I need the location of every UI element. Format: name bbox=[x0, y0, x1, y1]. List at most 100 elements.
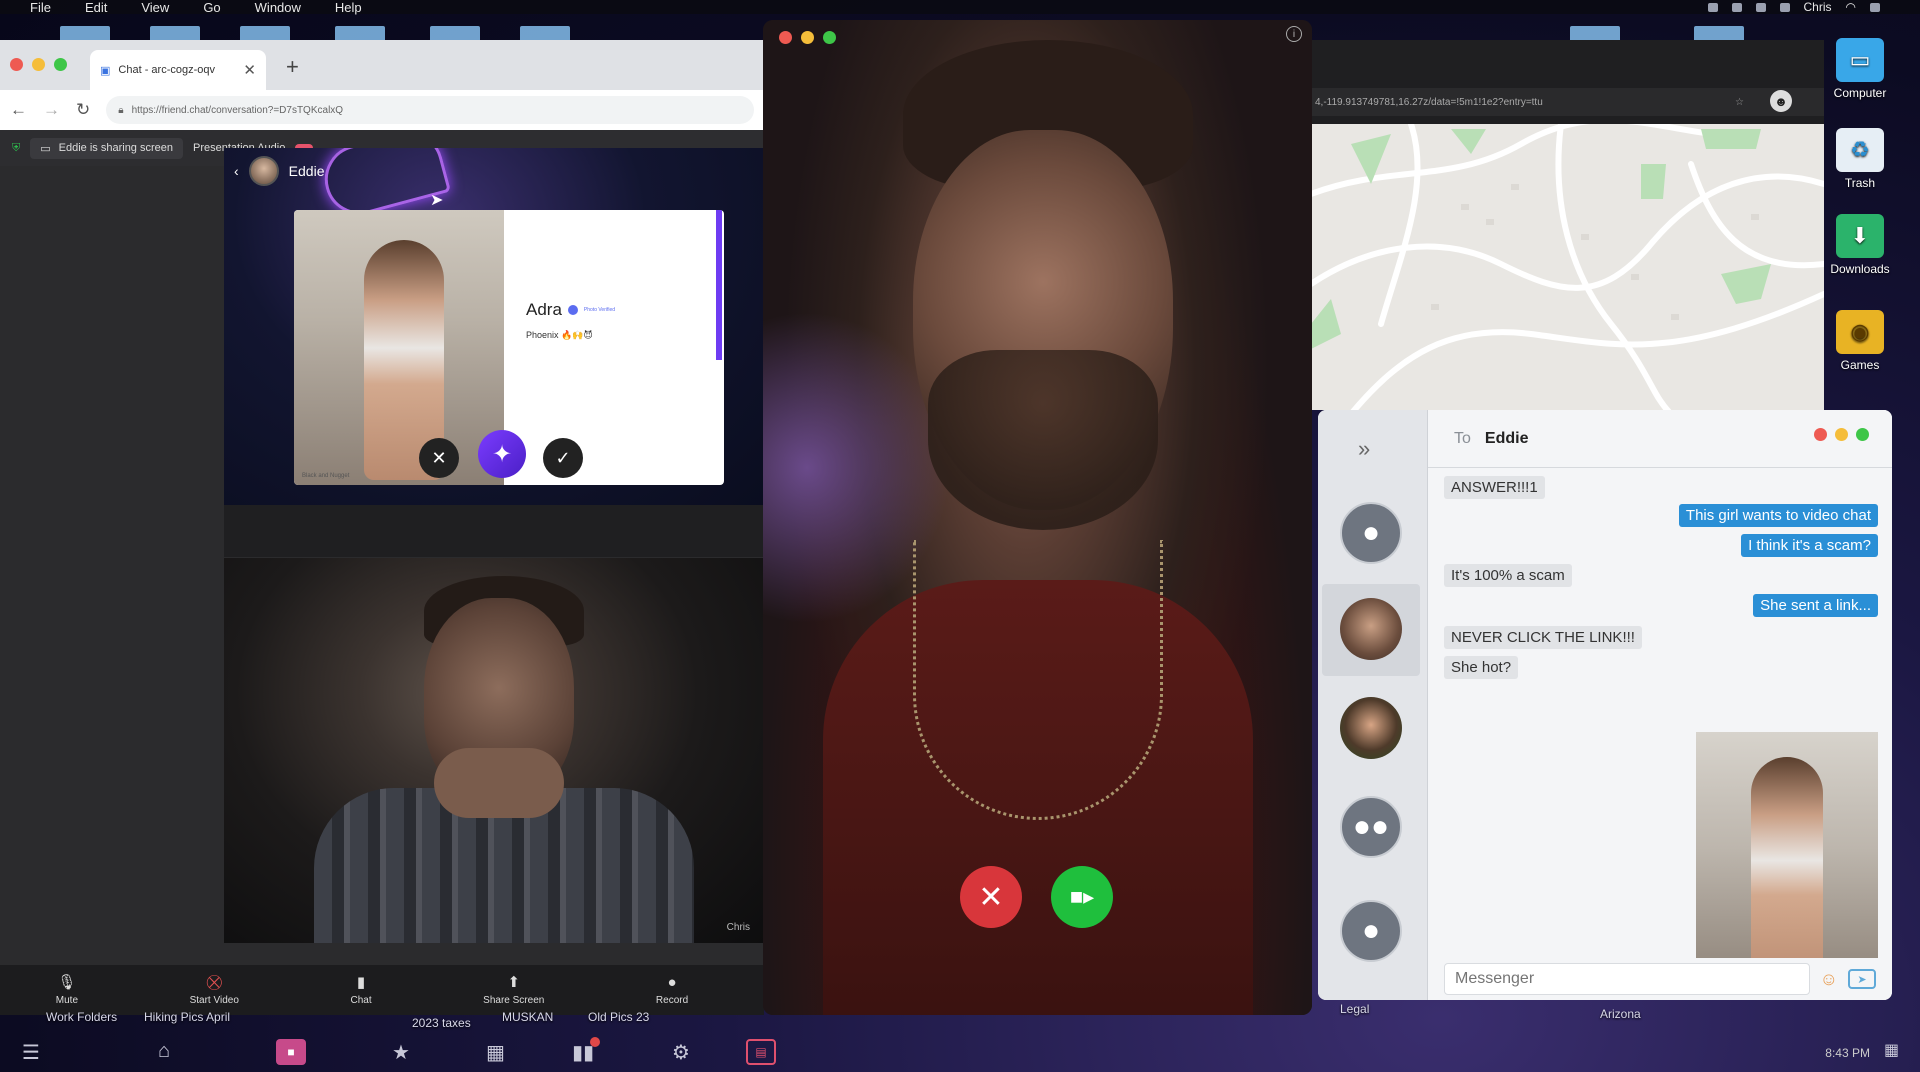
desktop-icon-downloads[interactable]: ⬇ Downloads bbox=[1818, 214, 1902, 276]
start-video-button[interactable]: ⛒ Start Video bbox=[190, 974, 239, 1006]
address-bar[interactable]: 🔒︎ https://friend.chat/conversation?=D7s… bbox=[106, 96, 754, 124]
video-person-hand bbox=[434, 748, 564, 818]
caller-beard bbox=[928, 350, 1158, 530]
folder-icon[interactable] bbox=[60, 26, 110, 40]
menu-window[interactable]: Window bbox=[255, 0, 301, 15]
close-window-button[interactable] bbox=[779, 31, 792, 44]
folder-icon[interactable] bbox=[150, 26, 200, 40]
person-icon: ● bbox=[1361, 516, 1381, 549]
reject-profile-button[interactable]: ✕ bbox=[419, 438, 459, 478]
chat-button[interactable]: ▮ Chat bbox=[350, 973, 371, 1006]
map-address-bar[interactable]: 4,-119.913749781,16.27z/data=!5m1!1e2?en… bbox=[1311, 88, 1824, 116]
contact-avatar[interactable]: ● bbox=[1340, 502, 1402, 564]
menu-view[interactable]: View bbox=[141, 0, 169, 15]
folder-icon[interactable] bbox=[335, 26, 385, 40]
send-icon[interactable]: ➤ bbox=[1848, 969, 1876, 989]
desktop-icon-computer[interactable]: ▭ Computer bbox=[1818, 38, 1902, 100]
contacts-sidebar: » ● ●● ● bbox=[1318, 410, 1428, 1000]
close-window-button[interactable] bbox=[10, 58, 23, 71]
street-map[interactable] bbox=[1311, 124, 1824, 410]
info-icon[interactable]: i bbox=[1286, 26, 1302, 42]
folder-icon[interactable] bbox=[240, 26, 290, 40]
video-divider bbox=[224, 505, 764, 557]
calendar-icon[interactable]: ▤ bbox=[746, 1039, 776, 1065]
close-window-button[interactable] bbox=[1814, 428, 1827, 441]
desktop-icon-games[interactable]: ◉ Games bbox=[1818, 310, 1902, 372]
recipient-name[interactable]: Eddie bbox=[1485, 430, 1529, 448]
close-icon: ✕ bbox=[431, 447, 447, 468]
folder-icon[interactable] bbox=[430, 26, 480, 40]
desktop-folder-label[interactable]: Work Folders bbox=[46, 1010, 117, 1024]
bookmark-star-icon[interactable]: ☆ bbox=[1735, 97, 1744, 108]
participant-name: Chris bbox=[726, 922, 750, 933]
maximize-window-button[interactable] bbox=[1856, 428, 1869, 441]
accept-video-call-button[interactable]: ■▸ bbox=[1051, 866, 1113, 928]
settings-icon[interactable]: ⚙ bbox=[672, 1040, 690, 1065]
star-icon[interactable]: ★ bbox=[392, 1040, 410, 1065]
desktop-folder-label[interactable]: MUSKAN bbox=[502, 1010, 553, 1024]
mute-label: Mute bbox=[55, 994, 79, 1006]
folder-icon[interactable] bbox=[520, 26, 570, 40]
accept-profile-button[interactable]: ✓ bbox=[543, 438, 583, 478]
super-like-button[interactable]: ✦ bbox=[478, 430, 526, 478]
menu-edit[interactable]: Edit bbox=[85, 0, 107, 15]
reload-icon[interactable]: ↻ bbox=[76, 100, 90, 120]
menubar-user[interactable]: Chris bbox=[1804, 0, 1832, 14]
folder-icon[interactable] bbox=[1570, 26, 1620, 40]
message-photo[interactable] bbox=[1696, 732, 1878, 990]
wifi-icon[interactable]: ◠ bbox=[1846, 0, 1856, 14]
contact-avatar[interactable]: ● bbox=[1340, 900, 1402, 962]
self-video-feed: Chris bbox=[224, 558, 764, 943]
desktop-folder-label[interactable]: Arizona bbox=[1600, 1007, 1641, 1021]
app-icon[interactable]: ■ bbox=[276, 1039, 306, 1065]
control-center-icon[interactable] bbox=[1870, 2, 1880, 12]
chevron-left-icon[interactable]: ‹ bbox=[234, 163, 239, 179]
menu-file[interactable]: File bbox=[30, 0, 51, 15]
sparkle-icon: ✦ bbox=[491, 440, 513, 468]
message-thread[interactable]: ANSWER!!!1 This girl wants to video chat… bbox=[1428, 468, 1892, 990]
grid-view-icon[interactable]: ▦ bbox=[1884, 1040, 1899, 1060]
record-button[interactable]: ● Record bbox=[656, 974, 688, 1006]
message-input[interactable] bbox=[1444, 963, 1810, 995]
browser-tab[interactable]: ▣ Chat - arc-cogz-oqv ✕ bbox=[90, 50, 266, 90]
status-icon[interactable] bbox=[1731, 2, 1742, 12]
maximize-window-button[interactable] bbox=[823, 31, 836, 44]
new-tab-button[interactable]: + bbox=[286, 54, 299, 80]
emoji-icon[interactable]: ☺ bbox=[1820, 969, 1838, 990]
share-screen-button[interactable]: ⬆ Share Screen bbox=[483, 974, 544, 1006]
extension-icon[interactable]: ☻ bbox=[1770, 90, 1792, 112]
minimize-window-button[interactable] bbox=[32, 58, 45, 71]
message-bubble: This girl wants to video chat bbox=[1678, 504, 1878, 527]
menu-help[interactable]: Help bbox=[335, 0, 362, 15]
desktop-icon-trash[interactable]: ♻ Trash bbox=[1818, 128, 1902, 190]
minimize-window-button[interactable] bbox=[1835, 428, 1848, 441]
status-icon[interactable] bbox=[1707, 2, 1718, 12]
desktop-folder-label[interactable]: Old Pics 23 bbox=[588, 1010, 649, 1024]
desktop-folder-label[interactable]: Hiking Pics April bbox=[144, 1010, 230, 1024]
desktop-folder-label[interactable]: 2023 taxes bbox=[412, 1016, 471, 1030]
desktop-folder-label[interactable]: Legal bbox=[1340, 1002, 1369, 1016]
chat-icon: ▮ bbox=[356, 973, 366, 991]
mute-button[interactable]: 🎙︎ Mute bbox=[55, 973, 79, 1006]
message-photo-figure bbox=[1751, 757, 1823, 987]
forward-icon[interactable]: → bbox=[43, 100, 60, 120]
microphone-icon: 🎙︎ bbox=[57, 973, 77, 991]
maximize-window-button[interactable] bbox=[54, 58, 67, 71]
home-icon[interactable]: ⌂ bbox=[158, 1040, 170, 1063]
status-icon[interactable] bbox=[1755, 2, 1766, 12]
decline-call-button[interactable]: ✕ bbox=[960, 866, 1022, 928]
close-tab-icon[interactable]: ✕ bbox=[243, 61, 256, 79]
grid-icon[interactable]: ▦ bbox=[486, 1040, 505, 1065]
folder-icon[interactable] bbox=[1694, 26, 1744, 40]
collapse-sidebar-icon[interactable]: » bbox=[1358, 436, 1370, 462]
caller-necklace bbox=[913, 540, 1163, 820]
status-icon[interactable] bbox=[1779, 2, 1790, 12]
back-icon[interactable]: ← bbox=[10, 100, 27, 120]
group-avatar[interactable]: ●● bbox=[1340, 796, 1402, 858]
contact-avatar[interactable] bbox=[1340, 697, 1402, 759]
menu-go[interactable]: Go bbox=[203, 0, 220, 15]
menu-icon[interactable]: ☰ bbox=[22, 1040, 40, 1065]
contact-avatar-eddie[interactable] bbox=[1340, 598, 1402, 660]
share-status-pill[interactable]: ▭ Eddie is sharing screen bbox=[30, 137, 183, 159]
minimize-window-button[interactable] bbox=[801, 31, 814, 44]
